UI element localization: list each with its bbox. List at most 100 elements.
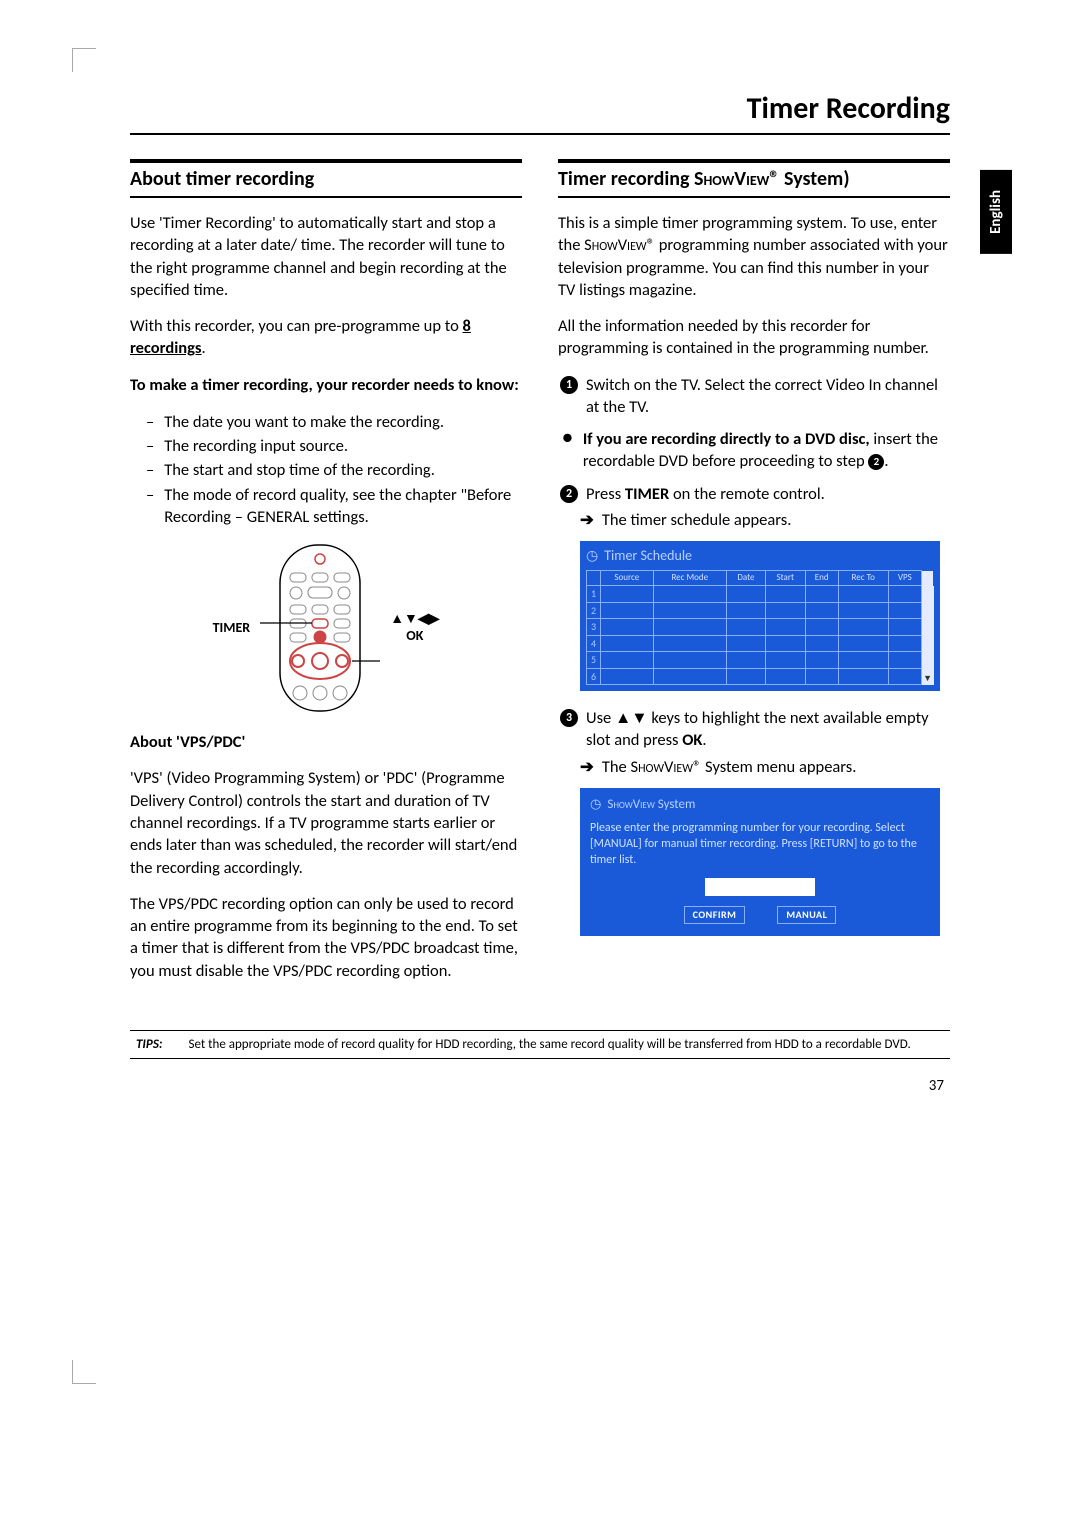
col-start: Start xyxy=(765,571,805,586)
osd2-input-field xyxy=(705,878,815,896)
table-row: 3 xyxy=(587,619,934,636)
row-5: 5 xyxy=(587,652,601,669)
s2-b: TIMER xyxy=(625,484,669,504)
result-arrow-icon: ➔ xyxy=(580,756,594,778)
table-row: 5 xyxy=(587,652,934,669)
osd2-buttons: CONFIRM MANUAL xyxy=(590,906,930,924)
confirm-button: CONFIRM xyxy=(684,906,746,924)
osd2-title-text: ShowView System xyxy=(607,796,695,814)
vps-p2: The VPS/PDC recording option can only be… xyxy=(130,893,522,982)
col-source: Source xyxy=(601,571,654,586)
inline-step2-icon: 2 xyxy=(868,454,884,470)
clock-icon: ◷ xyxy=(590,796,601,814)
row-2: 2 xyxy=(587,602,601,619)
clock-icon: ◷ xyxy=(586,547,598,566)
step-number-icon: 2 xyxy=(560,485,578,503)
need-2: The start and stop time of the recording… xyxy=(164,459,435,481)
table-row: 6 xyxy=(587,668,934,685)
about-p2-a: With this recorder, you can pre-programm… xyxy=(130,316,463,336)
need-0: The date you want to make the recording. xyxy=(164,411,444,433)
step3-text: Use ▲▼ keys to highlight the next availa… xyxy=(586,707,950,752)
col-recto: Rec To xyxy=(838,571,888,586)
row-4: 4 xyxy=(587,635,601,652)
osd2-body: Please enter the programming number for … xyxy=(590,820,930,869)
col-vps: VPS xyxy=(888,571,921,586)
sv-head-c: ® System) xyxy=(769,167,849,191)
timer-schedule-table: Source Rec Mode Date Start End Rec To VP… xyxy=(586,570,934,685)
s3ar-c: ® System menu appears. xyxy=(693,757,856,777)
step3-result: ➔ The ShowView® System menu appears. xyxy=(558,756,950,778)
osd2-title: ◷ ShowView System xyxy=(590,796,930,814)
list-item: –The start and stop time of the recordin… xyxy=(134,458,522,482)
remote-label-timer: TIMER xyxy=(213,619,251,638)
osd1-title: ◷ Timer Schedule xyxy=(586,547,934,566)
section-heading-about: About timer recording xyxy=(130,159,522,198)
manual-button: MANUAL xyxy=(777,906,836,924)
page-number: 37 xyxy=(130,1077,950,1095)
s3ar-a: The xyxy=(602,757,631,777)
about-p2: With this recorder, you can pre-programm… xyxy=(130,315,522,360)
language-tab: English xyxy=(980,170,1012,254)
s3ar-b: ShowView xyxy=(630,757,692,777)
step-3: 3 Use ▲▼ keys to highlight the next avai… xyxy=(558,707,950,752)
table-row: 1 xyxy=(587,586,934,603)
need-1: The recording input source. xyxy=(164,435,348,457)
s3-c: . xyxy=(702,730,706,750)
needs-list: –The date you want to make the recording… xyxy=(134,410,522,529)
right-column: Timer recording ShowView® System) This i… xyxy=(558,159,950,996)
sv-head-b: ShowView xyxy=(694,167,769,191)
col-end: End xyxy=(805,571,838,586)
s3-b: OK xyxy=(682,730,702,750)
osd-timer-schedule: ◷ Timer Schedule ▲ Source Rec Mode Date … xyxy=(580,541,940,691)
sv-head-a: Timer recording xyxy=(558,167,694,191)
remote-label-arrows-ok: ▲▼◀▶ OK xyxy=(390,611,439,645)
left-column: About timer recording Use 'Timer Recordi… xyxy=(130,159,522,996)
row-3: 3 xyxy=(587,619,601,636)
ok-key-label: OK xyxy=(406,627,423,644)
step-number-icon: 1 xyxy=(560,376,578,394)
step2-result: ➔ The timer schedule appears. xyxy=(558,509,950,531)
table-header-row: Source Rec Mode Date Start End Rec To VP… xyxy=(587,571,934,586)
bullet-icon: ● xyxy=(562,425,573,473)
sv-p1-b: ShowView xyxy=(584,235,646,255)
about-p1: Use 'Timer Recording' to automatically s… xyxy=(130,212,522,301)
dvd-bullet: ● If you are recording directly to a DVD… xyxy=(558,428,950,473)
list-item: –The recording input source. xyxy=(134,434,522,458)
step2-arrow-text: The timer schedule appears. xyxy=(602,509,792,531)
osd2-t-a: ShowView xyxy=(607,797,655,812)
osd-showview-system: ◷ ShowView System Please enter the progr… xyxy=(580,788,940,936)
col-date: Date xyxy=(726,571,765,586)
step-number-icon: 3 xyxy=(560,709,578,727)
bullet-bold: If you are recording directly to a DVD d… xyxy=(583,429,870,449)
s3-a: Use ▲▼ keys to highlight the next availa… xyxy=(586,708,929,750)
step1-text: Switch on the TV. Select the correct Vid… xyxy=(586,374,950,419)
table-row: 4 xyxy=(587,635,934,652)
step3-arrow-text: The ShowView® System menu appears. xyxy=(602,756,857,778)
row-6: 6 xyxy=(587,668,601,685)
dvd-bullet-text: If you are recording directly to a DVD d… xyxy=(583,428,950,473)
result-arrow-icon: ➔ xyxy=(580,509,594,531)
remote-diagram: TIMER xyxy=(130,543,522,713)
col-recmode: Rec Mode xyxy=(653,571,726,586)
content-columns: About timer recording Use 'Timer Recordi… xyxy=(130,159,950,996)
step-2: 2 Press TIMER on the remote control. xyxy=(558,483,950,505)
manual-page: Timer Recording English About timer reco… xyxy=(130,90,950,1095)
s2-c: on the remote control. xyxy=(669,484,825,504)
tips-label: TIPS: xyxy=(130,1037,162,1052)
list-item: –The date you want to make the recording… xyxy=(134,410,522,434)
step2-text: Press TIMER on the remote control. xyxy=(586,483,825,505)
table-row: 2 xyxy=(587,602,934,619)
page-title: Timer Recording xyxy=(130,90,950,135)
step-1: 1 Switch on the TV. Select the correct V… xyxy=(558,374,950,419)
list-item: –The mode of record quality, see the cha… xyxy=(134,483,522,530)
remote-icon xyxy=(260,543,380,713)
vps-heading: About 'VPS/PDC' xyxy=(130,731,522,753)
section-heading-showview: Timer recording ShowView® System) xyxy=(558,159,950,198)
osd1-title-text: Timer Schedule xyxy=(604,547,692,566)
vps-p1: 'VPS' (Video Programming System) or 'PDC… xyxy=(130,767,522,878)
need-3: The mode of record quality, see the chap… xyxy=(164,484,522,529)
scroll-down-icon: ▼ xyxy=(923,673,932,685)
sv-p2: All the information needed by this recor… xyxy=(558,315,950,360)
row-1: 1 xyxy=(587,586,601,603)
needs-heading: To make a timer recording, your recorder… xyxy=(130,374,522,396)
